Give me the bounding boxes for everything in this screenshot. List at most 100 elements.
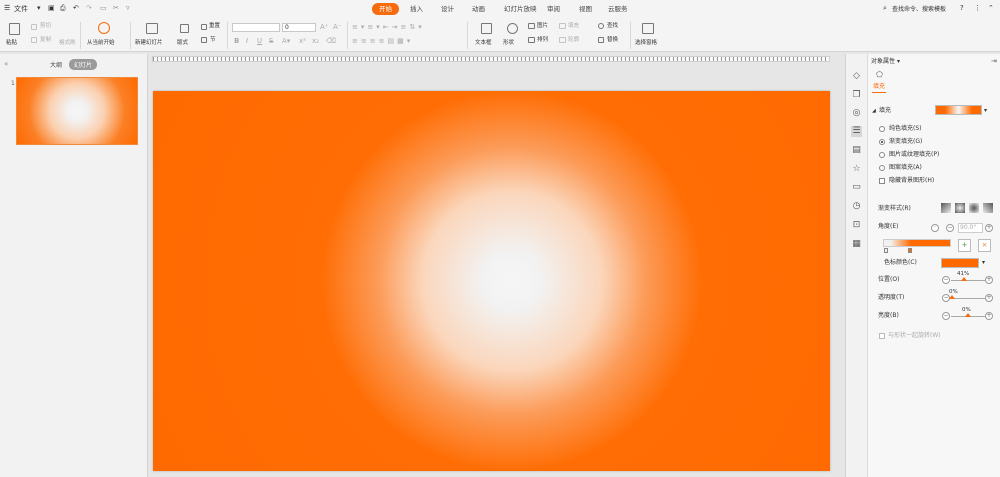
gradient-linear-icon[interactable] xyxy=(941,203,951,213)
gradient-bar[interactable] xyxy=(883,239,951,247)
slide-props-icon[interactable]: ▤ xyxy=(851,145,862,156)
shrink-font-icon[interactable]: A⁻ xyxy=(333,23,341,32)
help-icon[interactable]: ? xyxy=(960,4,964,12)
undo-icon[interactable]: ↶ xyxy=(73,4,79,12)
select-pane-icon[interactable] xyxy=(642,23,654,34)
fill-color-swatch[interactable] xyxy=(935,105,982,115)
tab-review[interactable]: 审阅 xyxy=(540,3,567,15)
tab-animation[interactable]: 动画 xyxy=(465,3,492,15)
collapse-icon[interactable]: ⌃ xyxy=(988,4,994,12)
radio-picture-fill[interactable] xyxy=(879,152,885,158)
transparency-slider-handle[interactable] xyxy=(949,295,955,299)
stop-color-swatch[interactable] xyxy=(941,258,979,268)
tab-home[interactable]: 开始 xyxy=(372,3,399,15)
italic-icon[interactable]: I xyxy=(246,37,248,46)
copy-button[interactable]: 复制 xyxy=(40,37,51,44)
angle-decrease-button[interactable]: − xyxy=(946,224,954,232)
underline-icon[interactable]: U xyxy=(257,37,262,46)
transparency-increase-button[interactable]: + xyxy=(985,294,993,302)
template-icon[interactable]: ▭ xyxy=(851,182,862,193)
add-stop-icon[interactable]: + xyxy=(958,239,971,252)
find-button[interactable]: 查找 xyxy=(607,23,618,30)
radio-solid-fill[interactable] xyxy=(879,126,885,132)
arrange-button[interactable]: 排列 xyxy=(537,37,548,44)
brightness-increase-button[interactable]: + xyxy=(985,312,993,320)
find-icon[interactable] xyxy=(598,23,604,29)
brightness-decrease-button[interactable]: − xyxy=(942,312,950,320)
copy-icon[interactable] xyxy=(31,37,37,43)
tab-slides[interactable]: 幻灯片 xyxy=(69,59,98,70)
arrange-icon[interactable] xyxy=(528,37,535,43)
remove-stop-icon[interactable]: × xyxy=(978,239,991,252)
preview-icon[interactable]: ▭ xyxy=(100,4,107,12)
close-panel-icon[interactable]: ⇥ xyxy=(991,57,997,65)
brightness-slider-handle[interactable] xyxy=(965,313,971,317)
select-pane-button[interactable]: 选择窗格 xyxy=(635,40,657,47)
properties-icon[interactable]: ☰ xyxy=(851,126,862,137)
bold-icon[interactable]: B xyxy=(234,37,239,46)
angle-dial-icon[interactable]: · xyxy=(931,224,939,232)
grow-font-icon[interactable]: A⁺ xyxy=(320,23,328,32)
option-solid-fill[interactable]: 纯色填充(S) xyxy=(889,125,922,133)
gradient-stop-mid[interactable] xyxy=(908,248,912,253)
tab-design[interactable]: 设计 xyxy=(434,3,461,15)
clear-format-icon[interactable]: ⌫ xyxy=(326,37,336,46)
textbox-icon[interactable] xyxy=(481,23,492,34)
star-icon[interactable]: ☆ xyxy=(851,164,862,175)
history-icon[interactable]: ◷ xyxy=(851,201,862,212)
cut-button[interactable]: 剪切 xyxy=(40,23,51,30)
reset-icon[interactable] xyxy=(201,24,207,30)
shape-button[interactable]: 形状 xyxy=(503,40,514,47)
option-pattern-fill[interactable]: 图案填充(A) xyxy=(889,164,922,172)
position-decrease-button[interactable]: − xyxy=(942,276,950,284)
chevron-down-icon[interactable]: ▾ xyxy=(897,58,900,66)
font-family-select[interactable] xyxy=(232,23,280,32)
superscript-icon[interactable]: x² xyxy=(299,37,306,46)
play-icon[interactable] xyxy=(98,22,110,34)
radio-gradient-fill[interactable] xyxy=(879,139,885,145)
angle-increase-button[interactable]: + xyxy=(985,224,993,232)
hamburger-icon[interactable]: ☰ xyxy=(4,4,10,12)
paragraph-list-icons[interactable]: ≡▾≡▾⇤⇥≡⇅▾ xyxy=(352,23,425,32)
save-icon[interactable]: ▣ xyxy=(48,4,55,12)
tab-fill[interactable]: 填充 xyxy=(873,83,885,91)
fill-line-icon[interactable]: ⬠ xyxy=(876,71,883,79)
chevron-down-icon[interactable]: ▾ xyxy=(37,4,41,12)
redo-icon[interactable]: ↷ xyxy=(86,4,92,12)
print-icon[interactable]: ⎙ xyxy=(60,4,66,13)
grid-icon[interactable]: ▦ xyxy=(851,239,862,250)
copy-style-icon[interactable]: ❐ xyxy=(851,90,862,101)
font-color-icon[interactable]: A▾ xyxy=(282,37,290,46)
outline-button[interactable]: 轮廓 xyxy=(568,37,579,44)
tools-icon[interactable]: ✂ xyxy=(113,4,119,12)
collapse-panel-icon[interactable]: « xyxy=(4,60,8,68)
slide-thumbnail[interactable] xyxy=(16,77,138,145)
slide-canvas[interactable] xyxy=(153,91,830,471)
menu-dots-icon[interactable]: ⋮ xyxy=(974,4,981,12)
picture-icon[interactable] xyxy=(528,23,535,29)
expand-arrow-icon[interactable]: ◢ xyxy=(872,107,876,115)
picture-button[interactable]: 图片 xyxy=(537,23,548,30)
section-icon[interactable] xyxy=(201,37,207,43)
layout-button[interactable]: 版式 xyxy=(177,40,188,47)
backup-icon[interactable]: ⊡ xyxy=(851,220,862,231)
chevron-down-icon[interactable]: ▾ xyxy=(982,259,985,267)
gradient-radial-dark-icon[interactable] xyxy=(969,203,979,213)
effects-icon[interactable]: ◎ xyxy=(851,108,862,119)
subscript-icon[interactable]: x₂ xyxy=(312,37,319,46)
alignment-icons[interactable]: ≡≡≡≡▤▦▾ xyxy=(352,37,413,46)
layout-icon[interactable] xyxy=(180,24,189,33)
tab-slideshow[interactable]: 幻灯片放映 xyxy=(497,3,544,15)
rotate-with-shape-checkbox[interactable] xyxy=(879,333,885,339)
chevron-down-icon[interactable]: ▾ xyxy=(984,107,987,115)
position-slider[interactable] xyxy=(951,280,985,281)
position-slider-handle[interactable] xyxy=(961,277,967,281)
file-menu[interactable]: 文件 xyxy=(14,4,28,14)
position-increase-button[interactable]: + xyxy=(985,276,993,284)
fill-icon[interactable] xyxy=(559,23,566,29)
paste-button[interactable]: 粘贴 xyxy=(6,40,17,47)
radio-pattern-fill[interactable] xyxy=(879,165,885,171)
hide-bg-checkbox[interactable] xyxy=(879,178,885,184)
fill-button[interactable]: 填充 xyxy=(568,23,579,30)
tab-insert[interactable]: 插入 xyxy=(403,3,430,15)
